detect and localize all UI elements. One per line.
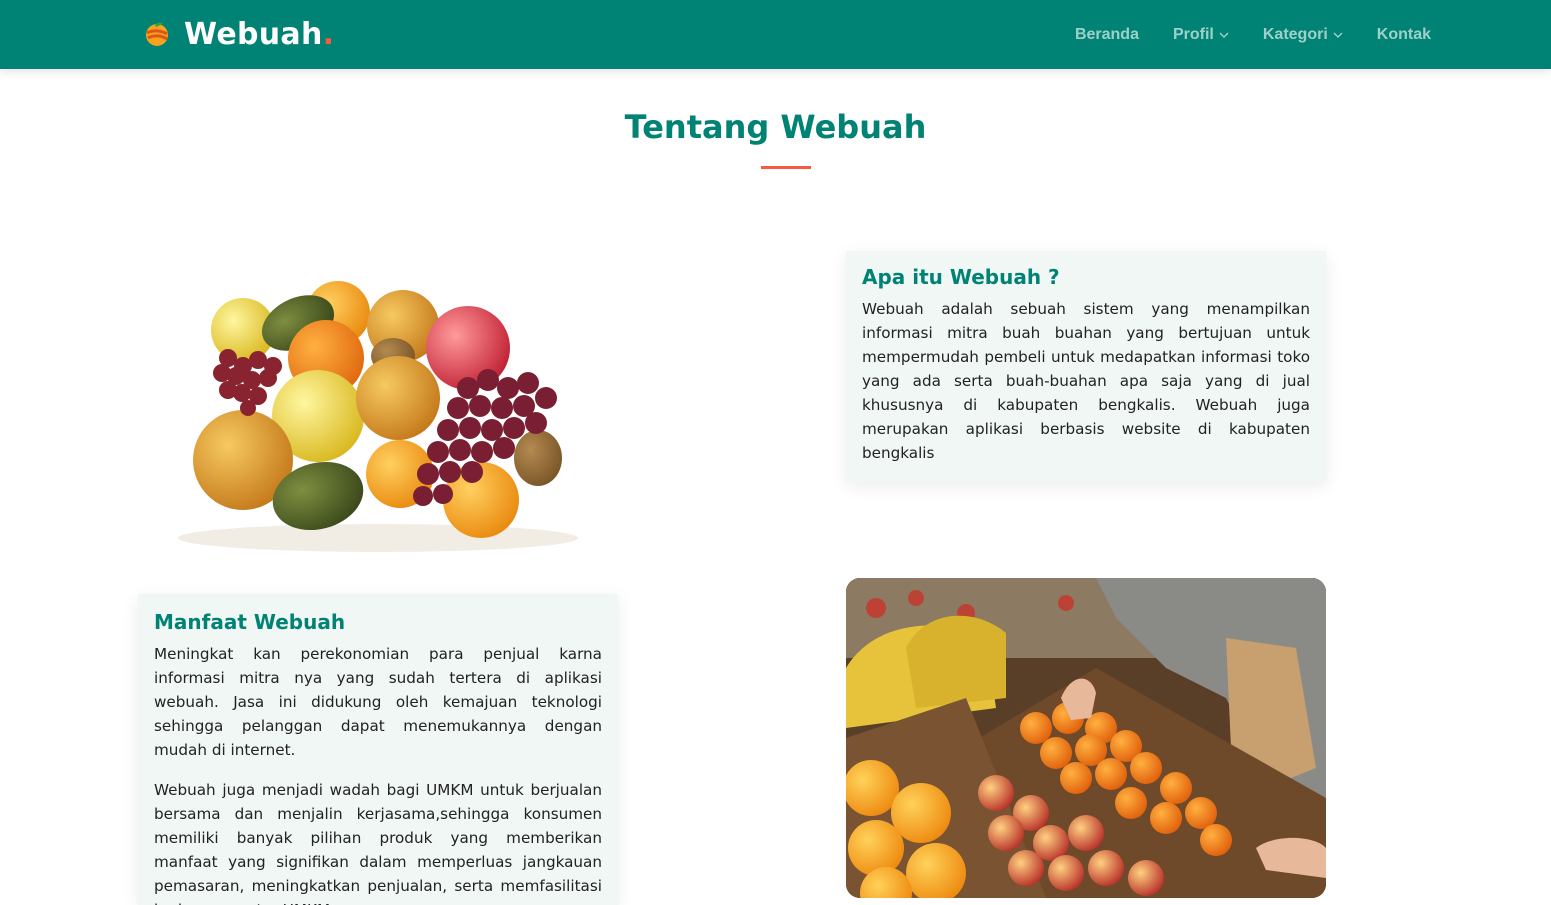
fruit-pile-image xyxy=(138,248,618,570)
brand-logo[interactable]: Webuah. xyxy=(144,14,334,54)
benefit-paragraph-1: Meningkat kan perekonomian para penjual … xyxy=(154,645,602,759)
benefit-heading: Manfaat Webuah xyxy=(154,610,346,634)
fruit-pile-illustration xyxy=(178,281,578,552)
nav-item-kategori[interactable]: Kategori xyxy=(1263,26,1343,44)
nav-label-profil: Profil xyxy=(1172,25,1214,43)
main-nav: Beranda Profil Kategori Kontak xyxy=(1041,0,1431,69)
chevron-down-icon xyxy=(1219,32,1229,38)
fruit-logo-icon xyxy=(146,22,168,46)
benefit-card: Manfaat Webuah Meningkat kan perekonomia… xyxy=(138,594,618,905)
nav-label-kategori: Kategori xyxy=(1262,25,1328,43)
about-heading: Apa itu Webuah ? xyxy=(862,265,1060,289)
nav-label-kontak: Kontak xyxy=(1376,25,1431,43)
section-title: Tentang Webuah xyxy=(624,108,927,146)
fruit-market-image xyxy=(846,578,1326,898)
nav-item-kontak[interactable]: Kontak xyxy=(1377,26,1431,44)
brand-dot: . xyxy=(322,16,335,52)
nav-item-beranda[interactable]: Beranda xyxy=(1075,26,1139,44)
nav-item-profil[interactable]: Profil xyxy=(1173,26,1229,44)
chevron-down-icon xyxy=(1333,32,1343,38)
title-underline xyxy=(761,166,811,169)
site-header: Webuah. Beranda Profil Kategori Kontak xyxy=(0,0,1551,69)
about-text: Webuah adalah sebuah sistem yang menampi… xyxy=(862,300,1310,462)
about-card: Apa itu Webuah ? Webuah adalah sebuah si… xyxy=(846,251,1326,482)
brand-name: Webuah xyxy=(184,16,323,52)
benefit-paragraph-2: Webuah juga menjadi wadah bagi UMKM untu… xyxy=(154,781,602,905)
fruit-market-illustration xyxy=(846,578,1326,898)
nav-label-beranda: Beranda xyxy=(1074,25,1139,43)
